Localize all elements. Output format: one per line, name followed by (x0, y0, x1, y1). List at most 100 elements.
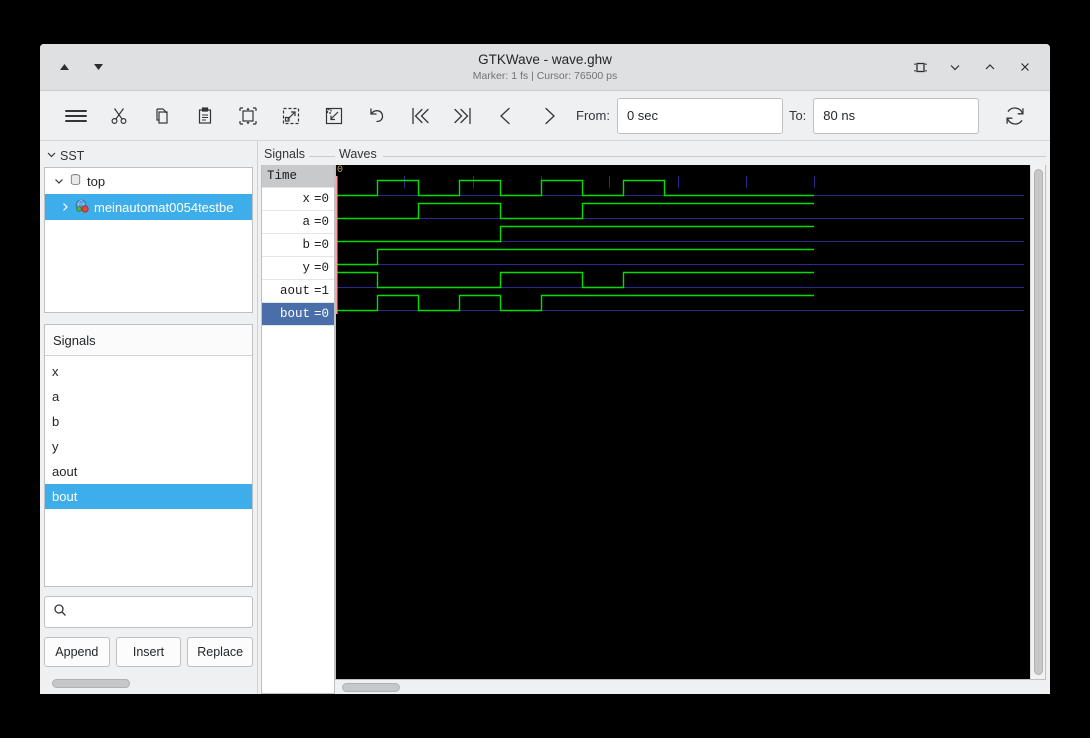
marker-cursor-status: Marker: 1 fs | Cursor: 76500 ps (473, 70, 618, 82)
search-icon (53, 603, 67, 622)
wave-canvas[interactable]: 0 (336, 165, 1030, 679)
wave-name-row-bout[interactable]: bout =0 (262, 303, 334, 326)
paste-button[interactable] (183, 99, 226, 133)
list-item[interactable]: x (45, 359, 252, 384)
undo-button[interactable] (355, 99, 398, 133)
signal-name: a (302, 215, 310, 229)
tree-item-meinautomat0054testbe[interactable]: meinautomat0054testbe (45, 194, 252, 220)
wave-vertical-scrollbar[interactable] (1030, 165, 1045, 679)
title-bar-left-controls (40, 59, 106, 75)
wave-names-panel: Signals Time x =0 a =0 b =0 y =0 (261, 141, 335, 694)
triangle-up-icon[interactable] (56, 59, 72, 75)
panel-divider[interactable] (253, 141, 261, 694)
waves-area: 0 (335, 165, 1046, 680)
time-origin-label: 0 (337, 165, 343, 176)
insert-button[interactable]: Insert (116, 637, 182, 667)
goto-start-button[interactable] (398, 99, 441, 133)
signal-action-buttons: Append Insert Replace (44, 637, 253, 667)
list-item-label: bout (52, 489, 77, 504)
signal-name: y (302, 261, 310, 275)
search-box[interactable] (44, 596, 253, 628)
goto-end-button[interactable] (441, 99, 484, 133)
scrollbar-thumb[interactable] (52, 679, 130, 688)
list-item[interactable]: aout (45, 459, 252, 484)
close-icon[interactable] (1016, 58, 1034, 76)
list-item-label: a (52, 389, 59, 404)
signal-name: x (302, 192, 310, 206)
divider-grip (257, 141, 258, 694)
zoom-out-button[interactable] (312, 99, 355, 133)
tree-item-label: top (87, 174, 105, 189)
wave-name-row-x[interactable]: x =0 (262, 188, 334, 211)
list-item[interactable]: b (45, 409, 252, 434)
chevron-down-icon[interactable] (946, 58, 964, 76)
list-item[interactable]: bout (45, 484, 252, 509)
signals-list[interactable]: x a b y aout bout (45, 356, 252, 586)
wave-names-list[interactable]: Time x =0 a =0 b =0 y =0 aou (261, 165, 335, 694)
wave-name-row-aout[interactable]: aout =1 (262, 280, 334, 303)
next-edge-button[interactable] (527, 99, 570, 133)
sst-tree[interactable]: top (44, 167, 253, 313)
from-time-input[interactable] (617, 98, 783, 134)
window-controls (911, 58, 1050, 76)
signal-name: bout (280, 307, 310, 321)
waves-title: Waves (335, 147, 1046, 165)
chevron-right-icon[interactable] (59, 202, 70, 212)
scrollbar-thumb[interactable] (1034, 169, 1043, 675)
zoom-fit-button[interactable] (226, 99, 269, 133)
left-horizontal-scrollbar[interactable] (46, 676, 251, 690)
wave-name-row-a[interactable]: a =0 (262, 211, 334, 234)
search-input[interactable] (73, 604, 253, 621)
restore-icon[interactable] (911, 58, 929, 76)
gtkwave-window: GTKWave - wave.ghw Marker: 1 fs | Cursor… (40, 44, 1050, 694)
scrollbar-thumb[interactable] (342, 683, 400, 692)
wave-name-row-b[interactable]: b =0 (262, 234, 334, 257)
chevron-down-icon[interactable] (53, 176, 64, 186)
list-item-label: y (52, 439, 59, 454)
signal-name: b (302, 238, 310, 252)
sst-panel: SST top (40, 141, 253, 694)
tree-item-label: meinautomat0054testbe (94, 200, 233, 215)
tree-item-top[interactable]: top (45, 168, 252, 194)
title-bar: GTKWave - wave.ghw Marker: 1 fs | Cursor… (40, 44, 1050, 91)
signal-value: =0 (314, 238, 329, 252)
signal-name: aout (280, 284, 310, 298)
from-label: From: (576, 108, 610, 123)
list-item[interactable]: a (45, 384, 252, 409)
menu-button[interactable] (54, 99, 97, 133)
window-body: SST top (40, 141, 1050, 694)
reload-button[interactable] (993, 99, 1036, 133)
instance-icon (75, 199, 89, 216)
window-title: GTKWave - wave.ghw (478, 52, 612, 69)
wave-name-row-y[interactable]: y =0 (262, 257, 334, 280)
title-block: GTKWave - wave.ghw Marker: 1 fs | Cursor… (40, 44, 1050, 90)
copy-button[interactable] (140, 99, 183, 133)
triangle-down-icon[interactable] (90, 59, 106, 75)
prev-edge-button[interactable] (484, 99, 527, 133)
zoom-in-button[interactable] (269, 99, 312, 133)
main-toolbar: From: To: (40, 91, 1050, 141)
sst-header-label: SST (60, 149, 84, 163)
replace-button[interactable]: Replace (187, 637, 253, 667)
waves-panel: Waves 0 (335, 141, 1050, 694)
signal-value: =0 (314, 307, 329, 321)
signal-value: =0 (314, 215, 329, 229)
sst-header[interactable]: SST (44, 147, 253, 164)
append-button[interactable]: Append (44, 637, 110, 667)
wave-horizontal-scrollbar[interactable] (335, 680, 1046, 694)
chevron-up-icon[interactable] (981, 58, 999, 76)
time-header-row: Time (262, 165, 334, 188)
cut-button[interactable] (97, 99, 140, 133)
signal-value: =0 (314, 261, 329, 275)
list-item-label: x (52, 364, 59, 379)
list-item-label: aout (52, 464, 77, 479)
signals-list-header: Signals (45, 325, 252, 356)
chevron-down-icon (46, 149, 57, 163)
signals-list-box: Signals x a b y aout (44, 324, 253, 587)
signal-value: =0 (314, 192, 329, 206)
list-item[interactable]: y (45, 434, 252, 459)
to-time-input[interactable] (813, 98, 979, 134)
list-item-label: b (52, 414, 59, 429)
wave-names-title: Signals (261, 147, 335, 165)
to-label: To: (789, 108, 806, 123)
